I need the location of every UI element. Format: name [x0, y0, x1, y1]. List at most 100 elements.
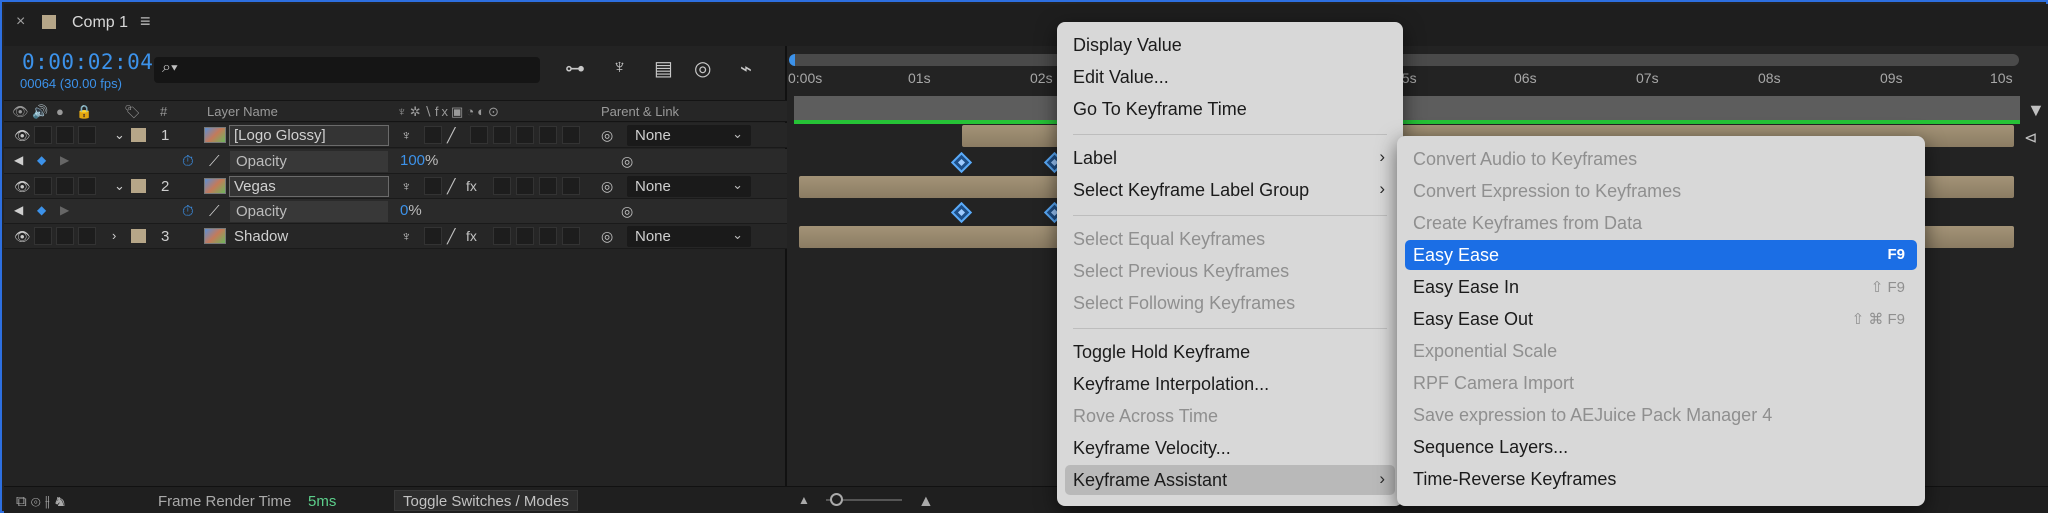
panel-menu-icon[interactable]: ≡: [140, 11, 151, 32]
stopwatch-icon[interactable]: ⏱: [182, 153, 194, 170]
search-input[interactable]: [154, 57, 540, 83]
adjustment-switch[interactable]: [539, 126, 557, 144]
quality-switch-icon[interactable]: ╱: [447, 228, 455, 245]
menu-item-keyframe-assistant[interactable]: Keyframe Assistant ›: [1065, 465, 1395, 495]
frame-blend-switch[interactable]: [493, 177, 511, 195]
composition-mini-flowchart-icon[interactable]: ⊶: [565, 56, 585, 81]
layer-name[interactable]: Shadow: [229, 226, 389, 247]
3d-layer-switch[interactable]: [562, 227, 580, 245]
add-keyframe-icon[interactable]: ◆: [37, 203, 46, 217]
shy-switch-icon[interactable]: ♆: [401, 127, 412, 143]
frame-blending-icon[interactable]: ▤: [654, 56, 673, 81]
menu-item-easy-ease-out[interactable]: Easy Ease Out ⇧ ⌘ F9: [1405, 304, 1917, 334]
menu-item-edit-value[interactable]: Edit Value...: [1065, 62, 1395, 92]
prev-keyframe-icon[interactable]: ◀: [14, 153, 23, 167]
property-row[interactable]: ◀ ◆ ▶ ⏱ ⟋ Opacity 0% ◎: [4, 199, 787, 224]
adjustment-switch[interactable]: [539, 177, 557, 195]
menu-item-easy-ease[interactable]: Easy Ease F9: [1405, 240, 1917, 270]
ruler-tick: 08s: [1758, 70, 1781, 86]
work-area-bar[interactable]: [794, 96, 2020, 120]
parent-dropdown[interactable]: None ⌄: [627, 125, 751, 146]
menu-item-keyframe-velocity[interactable]: Keyframe Velocity...: [1065, 433, 1395, 463]
toggle-switches-modes-button[interactable]: Toggle Switches / Modes: [394, 490, 578, 511]
3d-layer-switch[interactable]: [562, 177, 580, 195]
stopwatch-icon[interactable]: ⏱: [182, 203, 194, 220]
shy-switch-icon[interactable]: ♆: [401, 228, 412, 244]
layer-name[interactable]: Vegas: [229, 176, 389, 197]
layer-source-icon: [204, 127, 226, 143]
prev-keyframe-icon[interactable]: ◀: [14, 203, 23, 217]
menu-item-time-reverse-keyframes[interactable]: Time-Reverse Keyframes: [1405, 464, 1917, 494]
motion-blur-switch[interactable]: [516, 126, 534, 144]
visibility-eye-icon[interactable]: 👁: [14, 229, 31, 245]
menu-item-select-equal-keyframes: Select Equal Keyframes: [1073, 229, 1266, 249]
3d-layer-switch[interactable]: [562, 126, 580, 144]
comp-tab-title[interactable]: Comp 1: [72, 14, 128, 32]
zoom-in-icon[interactable]: ▲: [918, 493, 934, 511]
menu-item-label[interactable]: Label ›: [1065, 143, 1395, 173]
layer-row[interactable]: 👁 ⌄ 1 [Logo Glossy] ♆ ╱ ◎ None ⌄: [4, 123, 787, 148]
pick-whip-icon[interactable]: ◎: [601, 178, 613, 195]
menu-item-convert-audio: Convert Audio to Keyframes: [1413, 149, 1638, 169]
graph-icon[interactable]: ⟋: [209, 153, 220, 170]
layer-name[interactable]: [Logo Glossy]: [229, 125, 389, 146]
frame-blend-switch[interactable]: [493, 126, 511, 144]
motion-blur-icon[interactable]: ◎: [694, 56, 711, 81]
parent-dropdown[interactable]: None ⌄: [627, 176, 751, 197]
visibility-eye-icon[interactable]: 👁: [14, 179, 31, 195]
collapse-switch[interactable]: [424, 126, 442, 144]
expand-twirl-icon[interactable]: ⌄: [114, 178, 125, 194]
layer-name-column[interactable]: Layer Name: [207, 104, 278, 119]
comp-marker-bin-icon[interactable]: ▼: [2027, 100, 2045, 121]
collapse-switch[interactable]: [424, 177, 442, 195]
zoom-out-icon[interactable]: ▲: [798, 493, 810, 507]
effects-fx-icon[interactable]: fx: [466, 178, 477, 194]
next-keyframe-icon[interactable]: ▶: [60, 203, 69, 217]
frame-blend-switch[interactable]: [493, 227, 511, 245]
property-row[interactable]: ◀ ◆ ▶ ⏱ ⟋ Opacity 100% ◎: [4, 149, 787, 174]
menu-item-select-keyframe-label-group[interactable]: Select Keyframe Label Group ›: [1065, 175, 1395, 205]
motion-blur-switch[interactable]: [516, 177, 534, 195]
expand-twirl-icon[interactable]: ⌄: [114, 127, 125, 143]
opacity-number[interactable]: 100: [400, 152, 425, 169]
shy-switch-icon[interactable]: ♆: [401, 178, 412, 194]
pick-whip-icon[interactable]: ◎: [621, 153, 633, 170]
menu-item-toggle-hold-keyframe[interactable]: Toggle Hold Keyframe: [1065, 337, 1395, 367]
adjustment-switch[interactable]: [539, 227, 557, 245]
graph-editor-icon[interactable]: ⌁: [740, 56, 752, 81]
menu-item-display-value[interactable]: Display Value: [1065, 30, 1395, 60]
label-color-swatch[interactable]: [131, 128, 146, 142]
menu-item-go-to-keyframe-time[interactable]: Go To Keyframe Time: [1065, 94, 1395, 124]
collapse-switch[interactable]: [424, 227, 442, 245]
layer-row[interactable]: 👁 ⌄ 2 Vegas ♆ ╱ fx ◎ None ⌄: [4, 174, 787, 199]
status-toggle-icons[interactable]: ⧉ ⊚ ⫲ ♞: [16, 493, 66, 510]
close-tab-icon[interactable]: ×: [16, 13, 25, 31]
motion-blur-switch[interactable]: [516, 227, 534, 245]
zoom-slider-thumb[interactable]: [830, 493, 843, 506]
time-navigator-bar[interactable]: [789, 54, 2019, 66]
effects-fx-icon[interactable]: fx: [466, 228, 477, 244]
label-color-swatch[interactable]: [131, 229, 146, 243]
add-keyframe-icon[interactable]: ◆: [37, 153, 46, 167]
layer-row[interactable]: 👁 › 3 Shadow ♆ ╱ fx ◎ None ⌄: [4, 224, 787, 249]
next-keyframe-icon[interactable]: ▶: [60, 153, 69, 167]
menu-item-easy-ease-in[interactable]: Easy Ease In ⇧ F9: [1405, 272, 1917, 302]
menu-item-keyframe-interpolation[interactable]: Keyframe Interpolation...: [1065, 369, 1395, 399]
draft-3d-icon[interactable]: ♆: [612, 56, 627, 79]
opacity-value[interactable]: 100%: [400, 152, 438, 169]
comp-button-icon[interactable]: ⊲: [2024, 128, 2037, 148]
graph-icon[interactable]: ⟋: [209, 203, 220, 220]
parent-dropdown[interactable]: None ⌄: [627, 226, 751, 247]
menu-item-sequence-layers[interactable]: Sequence Layers...: [1405, 432, 1917, 462]
effects-switch[interactable]: [470, 126, 488, 144]
quality-switch-icon[interactable]: ╱: [447, 127, 455, 144]
collapse-twirl-icon[interactable]: ›: [112, 228, 116, 243]
pick-whip-icon[interactable]: ◎: [621, 203, 633, 220]
pick-whip-icon[interactable]: ◎: [601, 127, 613, 144]
opacity-value[interactable]: 0%: [400, 202, 422, 219]
label-color-swatch[interactable]: [131, 179, 146, 193]
current-time-display[interactable]: 0:00:02:04: [22, 50, 153, 74]
pick-whip-icon[interactable]: ◎: [601, 228, 613, 245]
visibility-eye-icon[interactable]: 👁: [14, 128, 31, 144]
quality-switch-icon[interactable]: ╱: [447, 178, 455, 195]
